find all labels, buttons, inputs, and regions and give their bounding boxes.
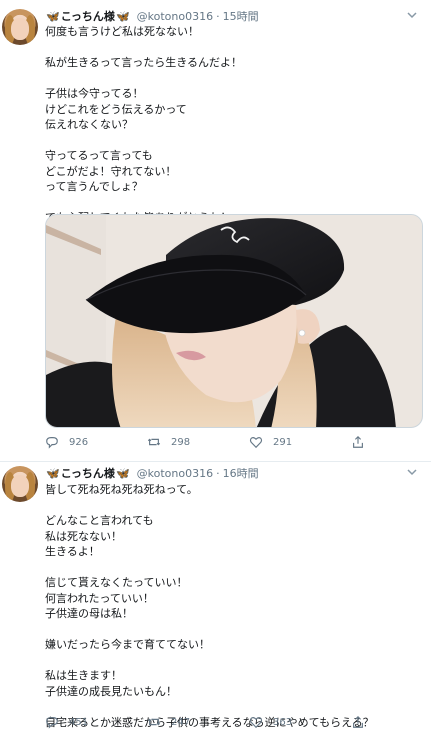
avatar[interactable] bbox=[2, 466, 38, 502]
retweet-count: 247 bbox=[171, 716, 191, 728]
like-button[interactable]: 291 bbox=[249, 434, 351, 450]
butterfly-icon: 🦋 bbox=[115, 466, 130, 480]
tweet-line: 何度も言うけど私は死なない！ bbox=[45, 25, 199, 38]
share-icon bbox=[353, 435, 363, 448]
share-button[interactable] bbox=[351, 714, 375, 730]
tweet-line: 子供は今守ってる！ bbox=[45, 87, 144, 100]
tweet-line: 私は生きます！ bbox=[45, 669, 122, 682]
tweet-line: 私は死なない！ bbox=[45, 529, 122, 543]
retweet-button[interactable]: 247 bbox=[147, 714, 249, 730]
butterfly-icon: 🦋 bbox=[46, 466, 60, 480]
author-handle[interactable]: @kotono0316 bbox=[137, 467, 213, 480]
tweet-actions: 926 298 291 bbox=[45, 434, 375, 450]
retweet-button[interactable]: 298 bbox=[147, 434, 249, 450]
selfie-photo bbox=[46, 215, 422, 427]
tweet-photo[interactable] bbox=[45, 214, 423, 428]
reply-icon bbox=[46, 717, 58, 729]
author-handle[interactable]: @kotono0316 bbox=[137, 10, 213, 23]
tweet-line: どんなこと言われても bbox=[45, 514, 154, 527]
tweet-line: 子供達の成長見たいもん！ bbox=[45, 684, 177, 698]
heart-icon bbox=[249, 437, 263, 449]
like-count: 363 bbox=[273, 716, 293, 728]
tweet-line: 嫌いだったら今まで育ててない！ bbox=[45, 638, 210, 651]
retweet-icon bbox=[147, 438, 161, 446]
like-button[interactable]: 363 bbox=[249, 714, 351, 730]
reply-button[interactable]: 926 bbox=[45, 434, 147, 450]
butterfly-icon: 🦋 bbox=[115, 9, 130, 23]
tweet-line: けどこれをどう伝えるかって bbox=[45, 102, 187, 116]
butterfly-icon: 🦋 bbox=[46, 9, 60, 23]
tweet-text: 何度も言うけど私は死なない！ 私が生きるって言ったら生きるんだよ！ 子供は今守っ… bbox=[45, 24, 420, 226]
author-name[interactable]: 🦋 こっちん様 🦋 bbox=[45, 465, 131, 481]
tweet-line: 信じて貰えなくたっていい！ bbox=[45, 576, 188, 589]
avatar[interactable] bbox=[2, 9, 38, 45]
author-name-text: こっちん様 bbox=[60, 467, 115, 480]
reply-button[interactable]: 451 bbox=[45, 714, 147, 730]
separator-dot: · bbox=[216, 466, 220, 480]
tweet[interactable]: 🦋 こっちん様 🦋 @kotono0316 · 15時間 何度も言うけど私は死な… bbox=[0, 0, 431, 462]
tweet-header: 🦋 こっちん様 🦋 @kotono0316 · 15時間 bbox=[45, 8, 259, 24]
tweet-header: 🦋 こっちん様 🦋 @kotono0316 · 16時間 bbox=[45, 465, 259, 481]
reply-count: 926 bbox=[69, 436, 89, 448]
tweet[interactable]: 🦋 こっちん様 🦋 @kotono0316 · 16時間 皆して死ね死ね死ね死ね… bbox=[0, 462, 431, 733]
chevron-down-icon[interactable] bbox=[405, 9, 419, 23]
reply-icon bbox=[46, 437, 58, 449]
share-icon bbox=[353, 715, 363, 728]
tweet-line: どこがだよ！守れてない！ bbox=[45, 164, 177, 178]
author-name-text: こっちん様 bbox=[60, 10, 115, 23]
timestamp[interactable]: 15時間 bbox=[223, 8, 259, 24]
tweet-line: 私が生きるって言ったら生きるんだよ！ bbox=[45, 56, 243, 69]
chevron-down-icon[interactable] bbox=[405, 466, 419, 480]
timestamp[interactable]: 16時間 bbox=[223, 465, 259, 481]
separator-dot: · bbox=[216, 9, 220, 23]
reply-count: 451 bbox=[69, 716, 89, 728]
heart-icon bbox=[249, 717, 263, 729]
tweet-line: 子供達の母は私！ bbox=[45, 607, 133, 620]
tweet-text: 皆して死ね死ね死ね死ねって。 どんなこと言われても 私は死なない！ 生きるよ！ … bbox=[45, 482, 420, 730]
retweet-icon bbox=[147, 718, 161, 726]
tweet-actions: 451 247 363 bbox=[45, 714, 375, 730]
tweet-line: 守ってるって言っても bbox=[45, 149, 153, 162]
author-name[interactable]: 🦋 こっちん様 🦋 bbox=[45, 8, 131, 24]
tweet-line: 伝えれなくない？ bbox=[45, 118, 133, 131]
tweet-line: って言うんでしょ？ bbox=[45, 180, 143, 193]
tweet-line: 生きるよ！ bbox=[45, 545, 100, 558]
tweet-line: 皆して死ね死ね死ね死ねって。 bbox=[45, 483, 198, 496]
tweet-line: 何言われたっていい！ bbox=[45, 591, 154, 605]
share-button[interactable] bbox=[351, 434, 375, 450]
retweet-count: 298 bbox=[171, 436, 191, 448]
like-count: 291 bbox=[273, 436, 293, 448]
